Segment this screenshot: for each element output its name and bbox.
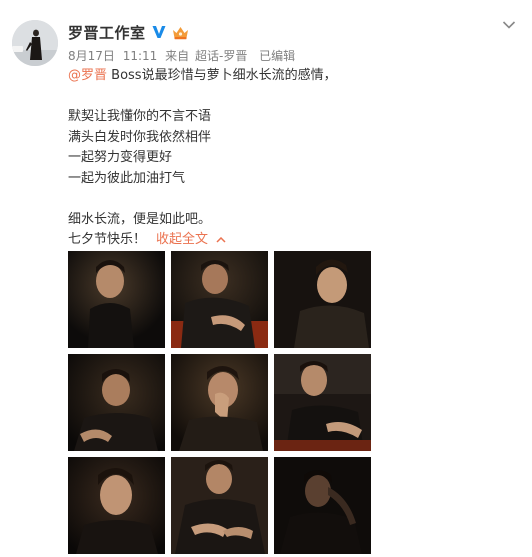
content-line-5: 一起为彼此加油打气: [68, 170, 186, 186]
photo-8[interactable]: [171, 457, 268, 554]
mention-link[interactable]: @罗晋: [68, 68, 107, 83]
photo-1[interactable]: [68, 251, 165, 348]
photo-9[interactable]: [274, 457, 371, 554]
post-meta: 8月17日 11:11 来自 超话-罗晋 已编辑: [68, 47, 492, 64]
content-line-7: 七夕节快乐！ 收起全文: [68, 230, 508, 251]
post-header: 罗晋工作室 8月17日 11:11 来自 超话-罗晋 已编辑: [68, 22, 492, 64]
post-time[interactable]: 11:11: [123, 49, 158, 63]
photo-6[interactable]: [274, 354, 371, 451]
content-line-4: 一起努力变得更好: [68, 150, 173, 165]
author-name[interactable]: 罗晋工作室: [68, 22, 146, 43]
photo-2[interactable]: [171, 251, 268, 348]
content-text-7: 七夕节快乐！: [68, 232, 147, 247]
chevron-down-icon[interactable]: [502, 20, 516, 30]
weibo-post: 罗晋工作室 8月17日 11:11 来自 超话-罗晋 已编辑 @罗晋 Boss说…: [0, 0, 532, 557]
photo-7[interactable]: [68, 457, 165, 554]
post-date[interactable]: 8月17日: [68, 49, 115, 63]
post-content: @罗晋 Boss说最珍惜与萝卜细水长流的感情， 默契让我懂你的不言不语 满头白发…: [68, 66, 508, 251]
content-line-2: 默契让我懂你的不言不语: [68, 109, 212, 124]
verified-icon: [151, 24, 167, 40]
avatar[interactable]: [12, 20, 58, 66]
source-prefix: 来自: [165, 49, 190, 63]
photo-4[interactable]: [68, 354, 165, 451]
name-row: 罗晋工作室: [68, 22, 492, 42]
source-link[interactable]: 超话-罗晋: [195, 49, 247, 63]
content-text-1: Boss说最珍惜与萝卜细水长流的感情，: [107, 68, 337, 83]
photo-grid: [68, 251, 371, 557]
member-crown-icon[interactable]: [172, 25, 189, 40]
chevron-up-icon[interactable]: [216, 236, 226, 243]
photo-5[interactable]: [171, 354, 268, 451]
content-line-6: 细水长流，便是如此吧。: [68, 211, 212, 227]
collapse-text-link[interactable]: 收起全文: [156, 232, 208, 247]
photo-3[interactable]: [274, 251, 371, 348]
edited-label[interactable]: 已编辑: [259, 49, 295, 63]
content-line-1: @罗晋 Boss说最珍惜与萝卜细水长流的感情，: [68, 66, 508, 87]
content-line-3: 满头白发时你我依然相伴: [68, 129, 212, 145]
